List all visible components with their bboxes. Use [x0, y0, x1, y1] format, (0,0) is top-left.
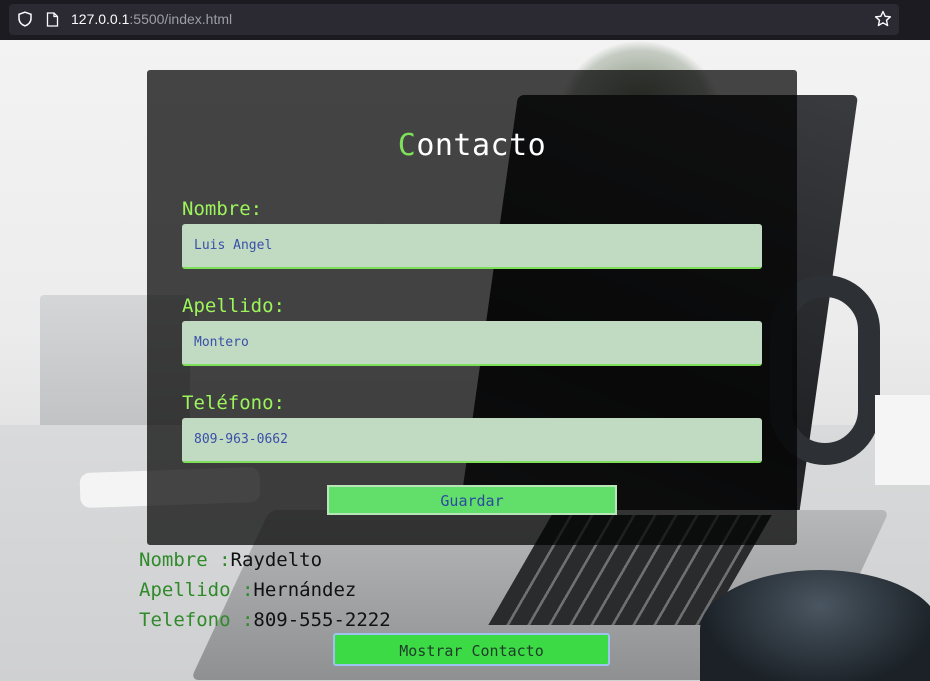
form-title: Contacto: [147, 128, 797, 163]
telefono-label: Teléfono:: [182, 392, 285, 414]
address-bar[interactable]: 127.0.0.1:5500/index.html: [9, 4, 899, 35]
page-icon: [46, 12, 59, 27]
save-button[interactable]: Guardar: [327, 485, 617, 515]
output-nombre: Nombre :Raydelto: [139, 549, 322, 571]
url-host: 127.0.0.1: [71, 11, 130, 27]
form-title-initial: C: [397, 128, 417, 163]
show-contact-button[interactable]: Mostrar Contacto: [333, 633, 610, 666]
contact-form-card: Contacto Nombre: Apellido: Teléfono: Gua…: [147, 70, 797, 545]
output-apellido-value: Hernández: [253, 579, 357, 601]
telefono-input[interactable]: [182, 418, 762, 463]
output-telefono-value: 809-555-2222: [253, 609, 391, 631]
output-telefono: Telefono :809-555-2222: [139, 609, 391, 631]
nombre-input[interactable]: [182, 224, 762, 269]
shield-icon[interactable]: [17, 11, 33, 27]
apellido-label: Apellido:: [182, 295, 285, 317]
url-path: :5500/index.html: [129, 11, 233, 27]
url-text[interactable]: 127.0.0.1:5500/index.html: [71, 11, 232, 27]
browser-toolbar: 127.0.0.1:5500/index.html: [0, 0, 930, 40]
output-nombre-key: Nombre :: [139, 549, 231, 571]
output-apellido: Apellido :Hernández: [139, 579, 356, 601]
apellido-input[interactable]: [182, 321, 762, 366]
output-apellido-key: Apellido :: [139, 579, 254, 601]
paper-decoration: [875, 395, 930, 485]
output-nombre-value: Raydelto: [230, 549, 323, 571]
nombre-label: Nombre:: [182, 198, 263, 220]
bookmark-star-icon[interactable]: [874, 10, 892, 28]
output-telefono-key: Telefono :: [139, 609, 254, 631]
form-title-rest: ontacto: [416, 128, 547, 163]
mug-decoration: [700, 570, 930, 681]
